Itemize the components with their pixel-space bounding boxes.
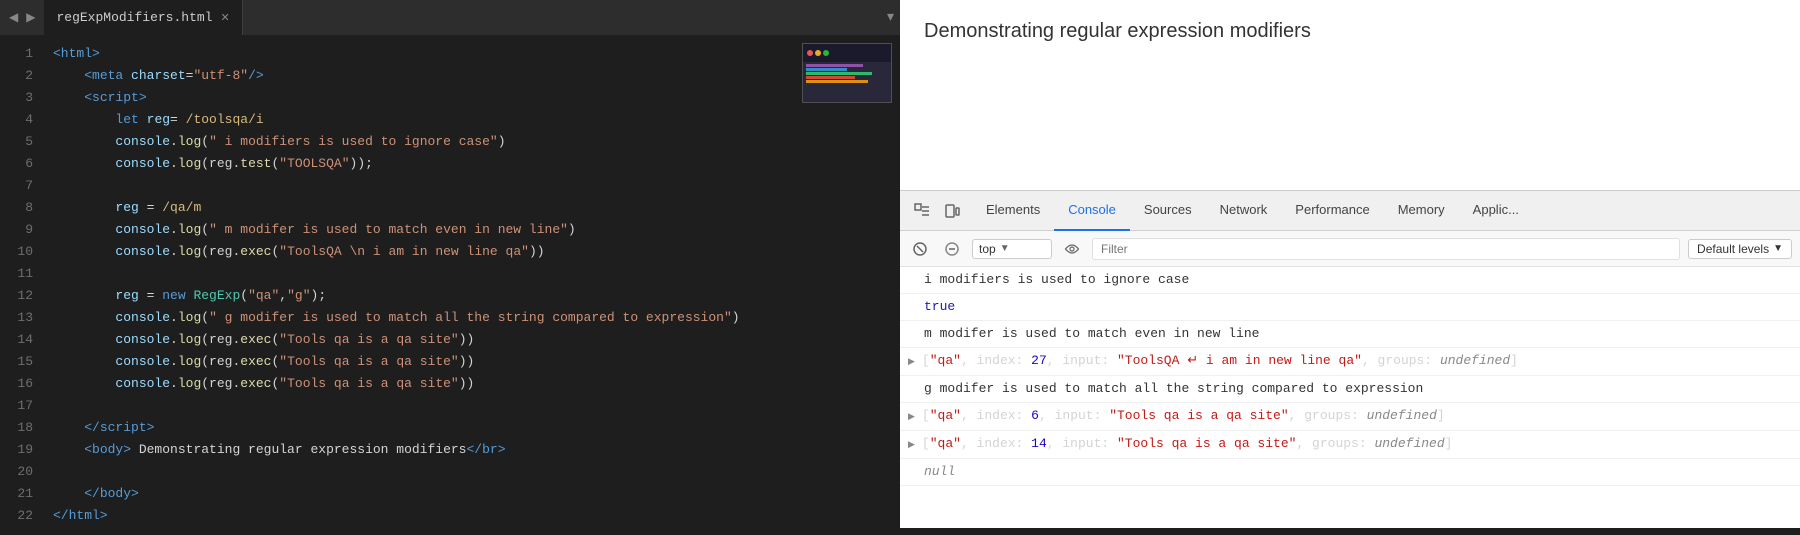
log-levels-arrow: ▼ <box>1773 243 1783 254</box>
devtools-main-toolbar: Elements Console Sources Network Perform… <box>900 191 1800 231</box>
console-line-7[interactable]: ["qa", index: 14, input: "Tools qa is a … <box>900 431 1800 459</box>
console-line-8: null <box>900 459 1800 486</box>
editor-panel: ◀ ▶ regExpModifiers.html ✕ ▾ 12345 67891… <box>0 0 900 528</box>
devtools-tabs: Elements Console Sources Network Perform… <box>968 191 1792 231</box>
console-line-6[interactable]: ["qa", index: 6, input: "Tools qa is a q… <box>900 403 1800 431</box>
custom-formatters-button[interactable] <box>1060 237 1084 261</box>
tab-performance[interactable]: Performance <box>1281 191 1383 231</box>
tab-next-arrow[interactable]: ▶ <box>23 8 38 27</box>
code-line-1: <html> <box>53 43 900 65</box>
context-selector[interactable]: top ▼ <box>972 239 1052 259</box>
log-levels-button[interactable]: Default levels ▼ <box>1688 239 1792 259</box>
device-toggle-button[interactable] <box>938 197 966 225</box>
right-panel: Demonstrating regular expression modifie… <box>900 0 1800 528</box>
file-tab[interactable]: regExpModifiers.html ✕ <box>44 0 242 35</box>
tab-console[interactable]: Console <box>1054 191 1130 231</box>
page-title: Demonstrating regular expression modifie… <box>924 20 1776 43</box>
tab-memory[interactable]: Memory <box>1384 191 1459 231</box>
code-line-19: <body> Demonstrating regular expression … <box>53 439 900 461</box>
code-line-11 <box>53 263 900 285</box>
tab-navigation[interactable]: ◀ ▶ <box>0 8 44 27</box>
code-line-16: console.log(reg.exec("Tools qa is a qa s… <box>53 373 900 395</box>
console-toolbar: top ▼ Default levels ▼ <box>900 231 1800 267</box>
editor-container: 12345 678910 1112131415 1617181920 2122 … <box>0 35 900 535</box>
context-label: top <box>979 242 996 256</box>
tab-application[interactable]: Applic... <box>1459 191 1533 231</box>
code-line-6: console.log(reg.test("TOOLSQA")); <box>53 153 900 175</box>
tab-elements[interactable]: Elements <box>972 191 1054 231</box>
code-line-3: <script> <box>53 87 900 109</box>
code-line-17 <box>53 395 900 417</box>
code-line-15: console.log(reg.exec("Tools qa is a qa s… <box>53 351 900 373</box>
clear-console-button[interactable] <box>908 237 932 261</box>
tab-sources[interactable]: Sources <box>1130 191 1206 231</box>
code-line-18: </script> <box>53 417 900 439</box>
console-line-4[interactable]: ["qa", index: 27, input: "ToolsQA ↵ i am… <box>900 348 1800 376</box>
tab-network[interactable]: Network <box>1206 191 1282 231</box>
tab-filename: regExpModifiers.html <box>56 10 212 25</box>
context-dropdown-icon: ▼ <box>1000 243 1010 254</box>
tab-prev-arrow[interactable]: ◀ <box>6 8 21 27</box>
code-line-22: </html> <box>53 505 900 527</box>
console-output[interactable]: i modifiers is used to ignore case true … <box>900 267 1800 528</box>
code-line-10: console.log(reg.exec("ToolsQA \n i am in… <box>53 241 900 263</box>
preview-thumbnail <box>802 43 892 103</box>
code-line-12: reg = new RegExp("qa","g"); <box>53 285 900 307</box>
code-line-14: console.log(reg.exec("Tools qa is a qa s… <box>53 329 900 351</box>
inspect-element-button[interactable] <box>908 197 936 225</box>
tab-close-button[interactable]: ✕ <box>221 11 230 25</box>
stop-script-button[interactable] <box>940 237 964 261</box>
console-line-1: i modifiers is used to ignore case <box>900 267 1800 294</box>
code-line-13: console.log(" g modifer is used to match… <box>53 307 900 329</box>
code-line-9: console.log(" m modifer is used to match… <box>53 219 900 241</box>
code-line-7 <box>53 175 900 197</box>
code-line-5: console.log(" i modifiers is used to ign… <box>53 131 900 153</box>
code-line-2: <meta charset="utf-8"/> <box>53 65 900 87</box>
editor-tabs: ◀ ▶ regExpModifiers.html ✕ ▾ <box>0 0 900 35</box>
browser-page: Demonstrating regular expression modifie… <box>900 0 1800 190</box>
code-line-8: reg = /qa/m <box>53 197 900 219</box>
code-line-20 <box>53 461 900 483</box>
console-line-3: m modifer is used to match even in new l… <box>900 321 1800 348</box>
console-filter-input[interactable] <box>1092 238 1680 260</box>
line-numbers: 12345 678910 1112131415 1617181920 2122 <box>0 35 45 535</box>
code-line-4: let reg= /toolsqa/i <box>53 109 900 131</box>
tab-dropdown-button[interactable]: ▾ <box>887 9 894 26</box>
code-area[interactable]: <html> <meta charset="utf-8"/> <script> … <box>45 35 900 535</box>
console-line-2: true <box>900 294 1800 321</box>
code-line-21: </body> <box>53 483 900 505</box>
console-line-5: g modifer is used to match all the strin… <box>900 376 1800 403</box>
devtools-panel: Elements Console Sources Network Perform… <box>900 190 1800 528</box>
log-levels-label: Default levels <box>1697 242 1769 256</box>
